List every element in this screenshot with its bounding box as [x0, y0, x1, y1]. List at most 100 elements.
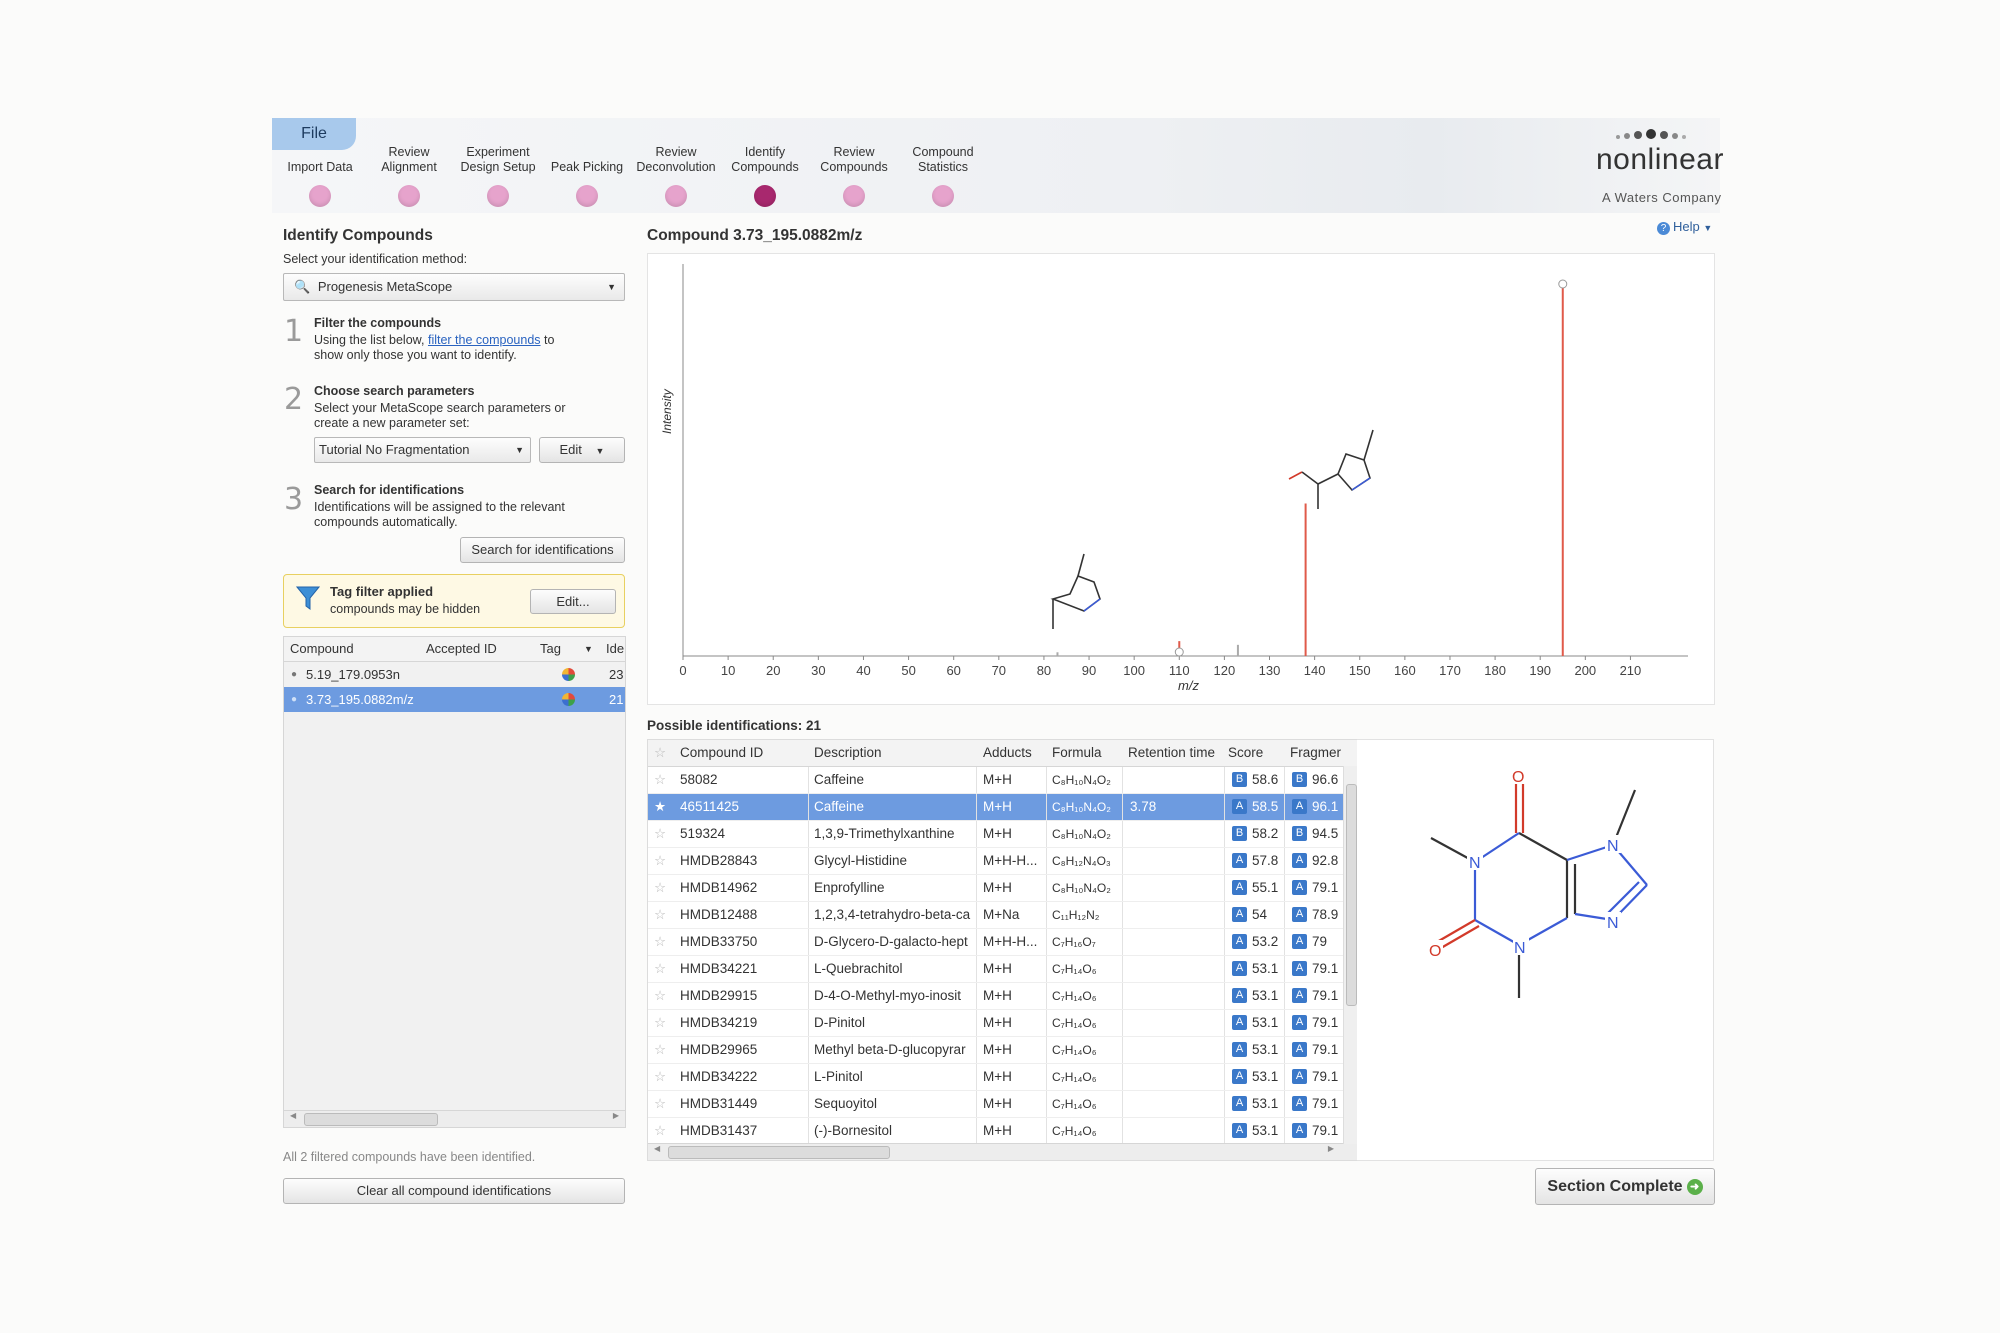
table-row[interactable]: ☆ HMDB31437 (-)-Bornesitol M+H C₇H₁₄O₆ A 53.1 A…	[648, 1118, 1358, 1145]
table-row[interactable]: ● 5.19_179.0953n 23	[284, 662, 625, 687]
star-icon[interactable]: ☆	[654, 848, 666, 874]
star-icon[interactable]: ★	[654, 794, 666, 820]
column-separator	[808, 794, 809, 820]
col-compound-id[interactable]: Compound ID	[680, 740, 763, 766]
identification-method-select[interactable]: 🔍 Progenesis MetaScope ▼	[283, 273, 625, 301]
table-row[interactable]: ☆ HMDB34221 L-Quebrachitol M+H C₇H₁₄O₆ A 53.1 A…	[648, 956, 1358, 983]
step-label-text: Review Compounds	[820, 145, 887, 175]
table-row[interactable]: ☆ HMDB34219 D-Pinitol M+H C₇H₁₄O₆ A 53.1 A 79.1	[648, 1010, 1358, 1037]
y-axis-label: Intensity	[660, 389, 674, 434]
col-retention-time[interactable]: Retention time	[1128, 740, 1215, 766]
workflow-step-import-data[interactable]: Import Data	[276, 143, 364, 207]
star-icon[interactable]: ☆	[654, 956, 666, 982]
star-icon[interactable]: ☆	[654, 875, 666, 901]
workflow-step-alignment[interactable]: Review Alignment	[365, 143, 453, 207]
tag-icon	[562, 668, 575, 681]
step-indicator[interactable]	[576, 185, 598, 207]
score-value: 53.2	[1252, 934, 1279, 949]
table-row[interactable]: ☆ HMDB34222 L-Pinitol M+H C₇H₁₄O₆ A 53.1 A 79.1	[648, 1064, 1358, 1091]
column-separator	[808, 1064, 809, 1090]
table-row[interactable]: ☆ 519324 1,3,9-Trimethylxanthine M+H C₈H₁₀N₄…	[648, 821, 1358, 848]
search-parameters-select[interactable]: Tutorial No Fragmentation ▼	[314, 437, 531, 463]
peak-marker[interactable]	[1558, 279, 1568, 289]
col-fragmentation[interactable]: Fragmer	[1290, 740, 1341, 766]
search-identifications-button[interactable]: Search for identifications	[460, 537, 625, 563]
scroll-left-icon[interactable]: ◀	[654, 1144, 660, 1153]
scroll-right-icon[interactable]: ▶	[613, 1111, 619, 1120]
star-icon[interactable]: ☆	[654, 929, 666, 955]
table-row[interactable]: ☆ HMDB28843 Glycyl-Histidine M+H-H... C₈H₁₂N…	[648, 848, 1358, 875]
table-row-selected[interactable]: ★ 46511425 Caffeine M+H C₈H₁₀N₄O₂ 3.78 A 58.5 A 9…	[648, 794, 1358, 821]
step1-text-c: show only those you want to identify.	[314, 348, 517, 362]
fragmentation-badge: A	[1292, 934, 1307, 949]
workflow-step-compounds[interactable]: Review Compounds	[810, 143, 898, 207]
filter-compounds-link[interactable]: filter the compounds	[428, 333, 541, 347]
step-indicator[interactable]	[843, 185, 865, 207]
tag-filter-edit-button[interactable]: Edit...	[530, 589, 616, 614]
table-row[interactable]: ☆ 58082 Caffeine M+H C₈H₁₀N₄O₂ B 58.6 B 96.6	[648, 767, 1358, 794]
star-icon[interactable]: ☆	[654, 821, 666, 847]
scroll-left-icon[interactable]: ◀	[290, 1111, 296, 1120]
table-row[interactable]: ☆ HMDB12488 1,2,3,4-tetrahydro-beta-ca M+Na…	[648, 902, 1358, 929]
column-separator	[808, 1091, 809, 1117]
column-separator	[976, 875, 977, 901]
star-icon[interactable]: ☆	[654, 1010, 666, 1036]
clear-identifications-button[interactable]: Clear all compound identifications	[283, 1178, 625, 1204]
score-value: 58.2	[1252, 826, 1279, 841]
workflow-step-peak-picking[interactable]: Peak Picking	[543, 143, 631, 207]
step-indicator[interactable]	[309, 185, 331, 207]
scrollbar-thumb[interactable]	[304, 1113, 438, 1126]
column-separator	[1046, 1091, 1047, 1117]
peak-marker[interactable]	[1174, 647, 1184, 657]
table-row-selected[interactable]: ● 3.73_195.0882m/z 21	[284, 687, 625, 712]
step-indicator[interactable]	[487, 185, 509, 207]
star-icon[interactable]: ☆	[654, 767, 666, 793]
workflow-step-deconvolution[interactable]: Review Deconvolution	[632, 143, 720, 207]
section-complete-button[interactable]: Section Complete ➜	[1535, 1168, 1715, 1205]
star-icon[interactable]: ☆	[654, 983, 666, 1009]
star-icon[interactable]: ☆	[654, 1091, 666, 1117]
star-icon[interactable]: ☆	[654, 1037, 666, 1063]
help-button[interactable]: ? Help ▼	[1657, 219, 1712, 235]
horizontal-scrollbar[interactable]: ◀ ▶	[648, 1143, 1358, 1160]
table-row[interactable]: ☆ HMDB29915 D-4-O-Methyl-myo-inosit M+H C₇H₁…	[648, 983, 1358, 1010]
col-tag[interactable]: Tag	[540, 637, 561, 661]
active-step-indicator[interactable]	[754, 185, 776, 207]
star-icon[interactable]: ☆	[654, 902, 666, 928]
column-separator	[976, 956, 977, 982]
column-separator	[1122, 1118, 1123, 1144]
horizontal-scrollbar[interactable]: ◀ ▶	[284, 1110, 625, 1127]
table-row[interactable]: ☆ HMDB33750 D-Glycero-D-galacto-hept M+H-H.…	[648, 929, 1358, 956]
workflow-step-statistics[interactable]: Compound Statistics	[899, 143, 987, 207]
table-row[interactable]: ☆ HMDB29965 Methyl beta-D-glucopyrar M+H C₇H…	[648, 1037, 1358, 1064]
column-separator	[1284, 875, 1285, 901]
scroll-right-icon[interactable]: ▶	[1328, 1144, 1334, 1153]
tag-filter-dropdown-icon[interactable]: ▼	[584, 637, 593, 661]
step-label-line-2: Peak Picking	[550, 160, 624, 174]
method-value: Progenesis MetaScope	[317, 279, 453, 294]
panel-title: Identify Compounds	[283, 227, 433, 244]
table-row[interactable]: ☆ HMDB31449 Sequoyitol M+H C₇H₁₄O₆ A 53.1 A 79.1	[648, 1091, 1358, 1118]
step-indicator[interactable]	[398, 185, 420, 207]
step1-title: Filter the compounds	[314, 316, 442, 330]
star-icon[interactable]: ☆	[654, 1064, 666, 1090]
workflow-step-compounds[interactable]: Identify Compounds	[721, 143, 809, 207]
table-row[interactable]: ☆ HMDB14962 Enprofylline M+H C₈H₁₀N₄O₂ A 55.1 A…	[648, 875, 1358, 902]
col-description[interactable]: Description	[814, 740, 882, 766]
scrollbar-thumb[interactable]	[1346, 784, 1357, 1006]
edit-parameters-button[interactable]: Edit ▼	[539, 437, 625, 463]
col-score[interactable]: Score	[1228, 740, 1263, 766]
vertical-scrollbar[interactable]	[1343, 766, 1358, 1144]
step-indicator[interactable]	[932, 185, 954, 207]
workflow-step-design-setup[interactable]: Experiment Design Setup	[454, 143, 542, 207]
col-formula[interactable]: Formula	[1052, 740, 1102, 766]
step-label-text: Compound Statistics	[912, 145, 973, 175]
col-adducts[interactable]: Adducts	[983, 740, 1032, 766]
step-indicator[interactable]	[665, 185, 687, 207]
col-compound[interactable]: Compound	[290, 637, 354, 661]
step-label-text: Identify Compounds	[731, 145, 798, 175]
scrollbar-thumb[interactable]	[668, 1146, 890, 1159]
star-icon[interactable]: ☆	[654, 1118, 666, 1144]
col-accepted-id[interactable]: Accepted ID	[426, 637, 497, 661]
col-ide[interactable]: Ide	[606, 637, 624, 661]
